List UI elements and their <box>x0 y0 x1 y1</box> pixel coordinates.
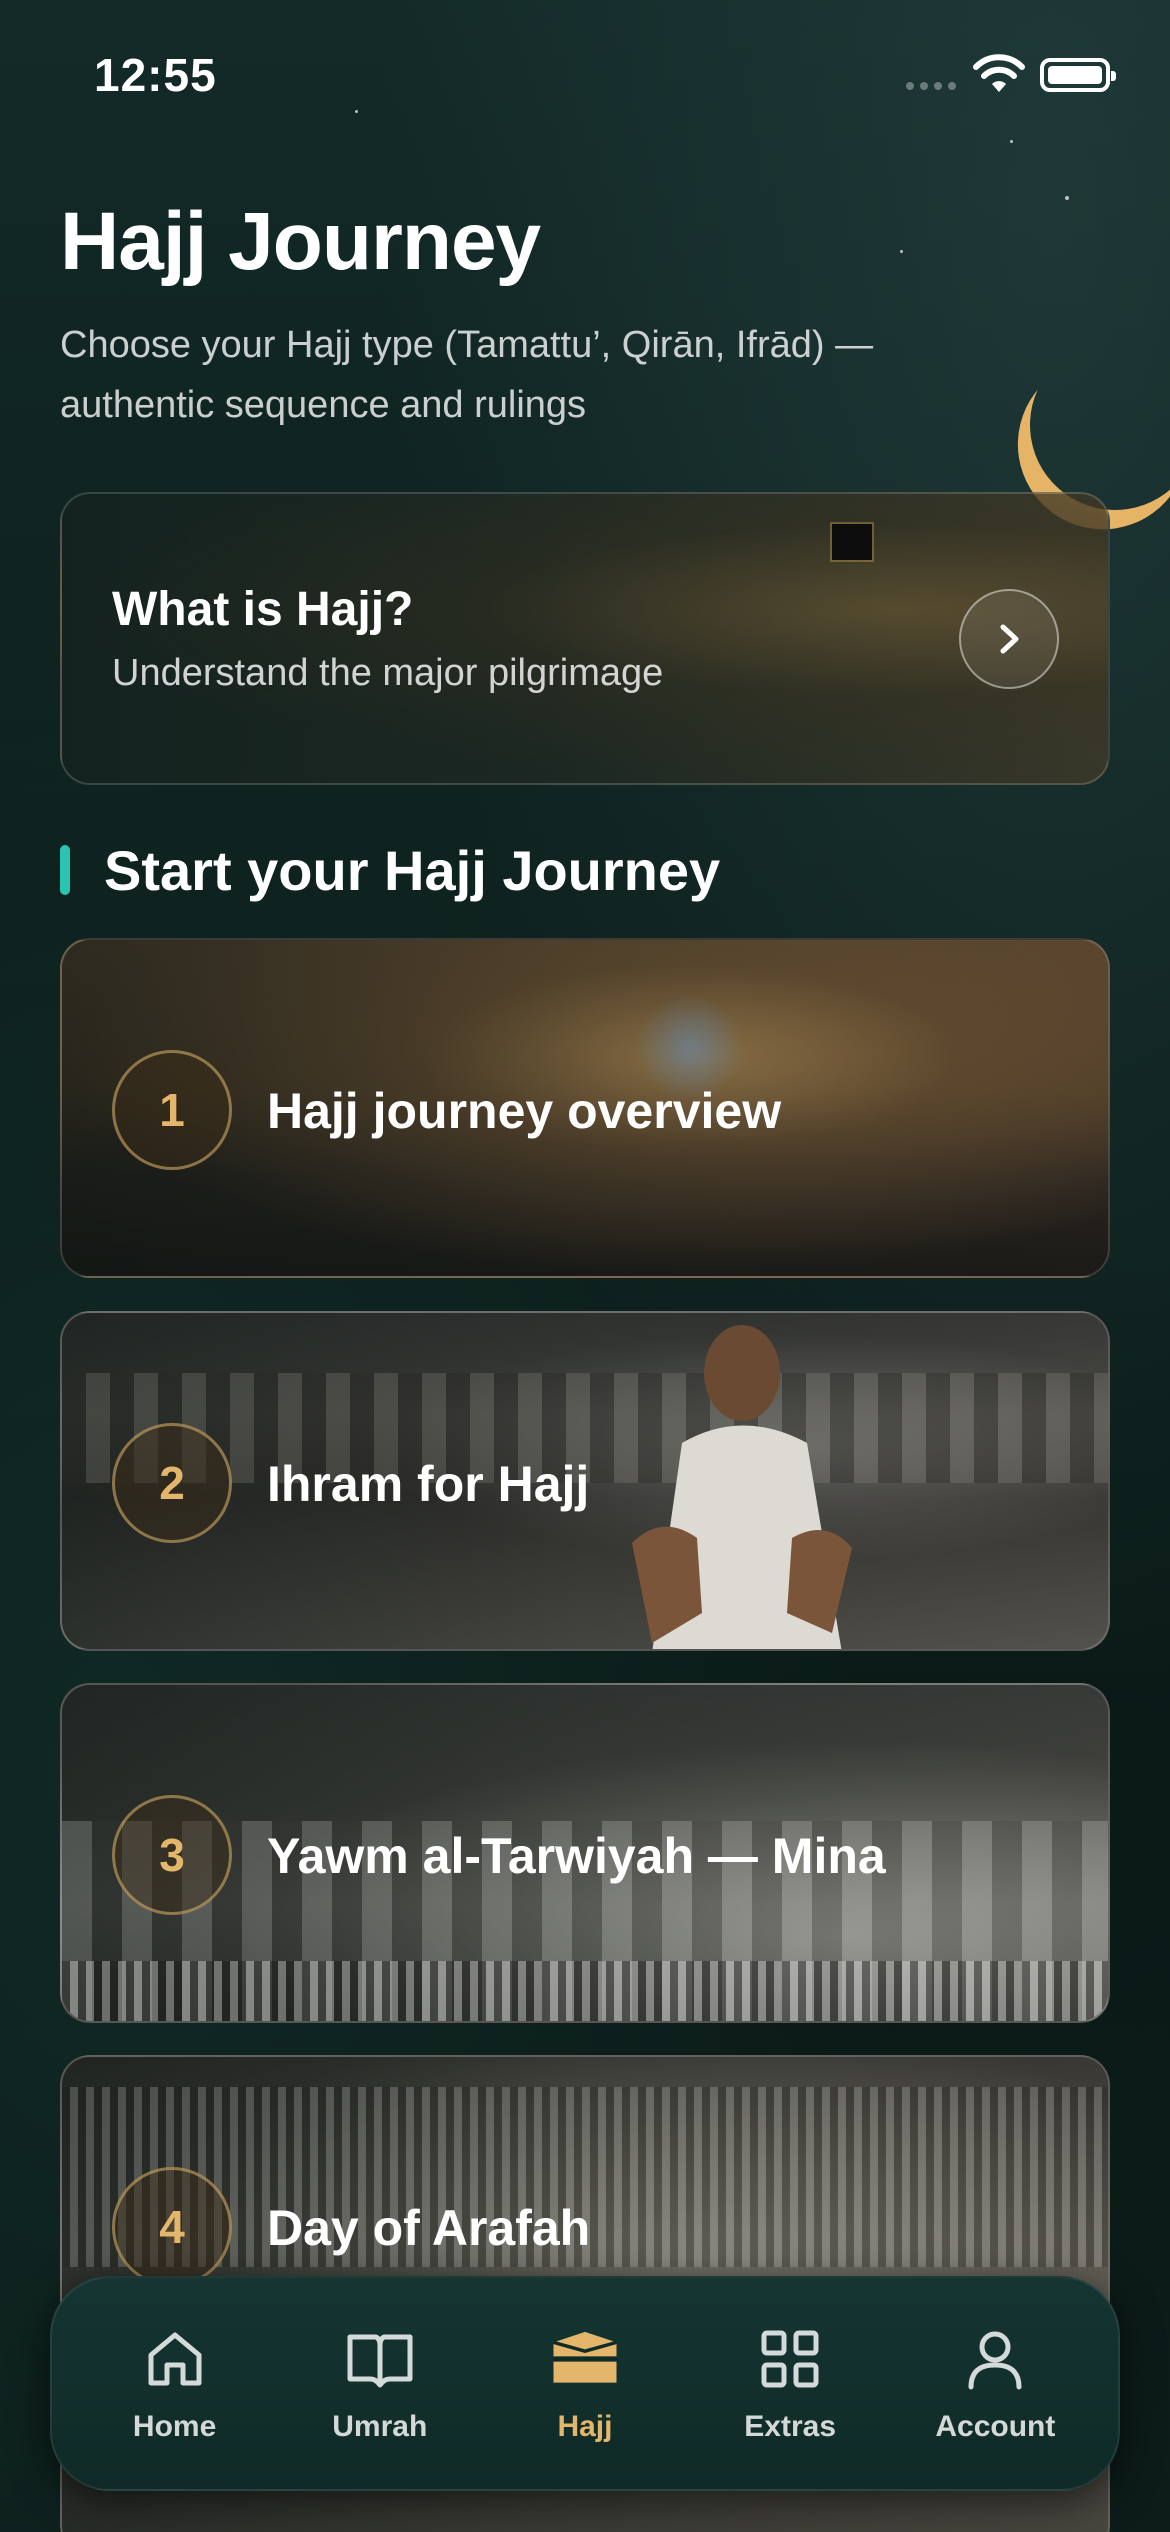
home-icon <box>140 2324 210 2394</box>
step-label: Day of Arafah <box>267 2200 591 2256</box>
pilgrim-image <box>632 1325 852 1649</box>
star <box>900 250 903 253</box>
user-icon <box>960 2324 1030 2394</box>
tab-extras[interactable]: Extras <box>690 2324 890 2444</box>
section-accent-bar <box>60 845 70 895</box>
book-icon <box>345 2324 415 2394</box>
step-number-badge: 1 <box>112 1050 232 1170</box>
tab-home[interactable]: Home <box>75 2324 275 2444</box>
status-bar: 12:55 <box>0 0 1170 150</box>
chevron-right-button[interactable] <box>959 589 1059 689</box>
page-subtitle: Choose your Hajj type (Tamattu’, Qirān, … <box>60 324 874 426</box>
step-label: Yawm al-Tarwiyah — Mina <box>267 1828 886 1884</box>
page-title: Hajj Journey <box>60 196 541 287</box>
status-time: 12:55 <box>94 49 217 101</box>
what-is-hajj-card[interactable]: What is Hajj? Understand the major pilgr… <box>60 492 1110 785</box>
section-title: Start your Hajj Journey <box>104 838 721 902</box>
grid-icon <box>755 2324 825 2394</box>
intro-card-title: What is Hajj? <box>112 583 414 636</box>
kaaba-image <box>832 524 872 560</box>
step-card-ihram[interactable]: 2 Ihram for Hajj <box>60 1311 1110 1651</box>
battery-icon <box>1040 58 1116 92</box>
cellular-signal-icon <box>906 82 956 90</box>
tab-umrah[interactable]: Umrah <box>280 2324 480 2444</box>
step-label: Hajj journey overview <box>267 1083 782 1139</box>
tab-label: Umrah <box>332 2409 428 2443</box>
tab-hajj[interactable]: Hajj <box>485 2324 685 2444</box>
step-card-tarwiyah[interactable]: 3 Yawm al-Tarwiyah — Mina <box>60 1683 1110 2023</box>
tab-label: Home <box>132 2409 217 2443</box>
step-card-overview[interactable]: 1 Hajj journey overview <box>60 938 1110 1278</box>
step-number-badge: 3 <box>112 1795 232 1915</box>
step-number-badge: 2 <box>112 1423 232 1543</box>
section-header: Start your Hajj Journey <box>60 838 721 902</box>
tab-account[interactable]: Account <box>895 2324 1095 2444</box>
tab-label: Account <box>935 2409 1056 2443</box>
step-label: Ihram for Hajj <box>267 1456 590 1512</box>
intro-card-subtitle: Understand the major pilgrimage <box>112 652 664 694</box>
star <box>1065 196 1069 200</box>
tab-label: Extras <box>744 2409 837 2443</box>
chevron-right-icon <box>1000 624 1019 654</box>
kaaba-icon <box>550 2324 620 2394</box>
tab-label: Hajj <box>557 2409 613 2443</box>
crowd-image <box>62 1961 1108 2021</box>
step-number-badge: 4 <box>112 2167 232 2287</box>
wifi-icon <box>973 54 1025 92</box>
tab-bar: Home Umrah Hajj Extras Account <box>50 2276 1120 2491</box>
